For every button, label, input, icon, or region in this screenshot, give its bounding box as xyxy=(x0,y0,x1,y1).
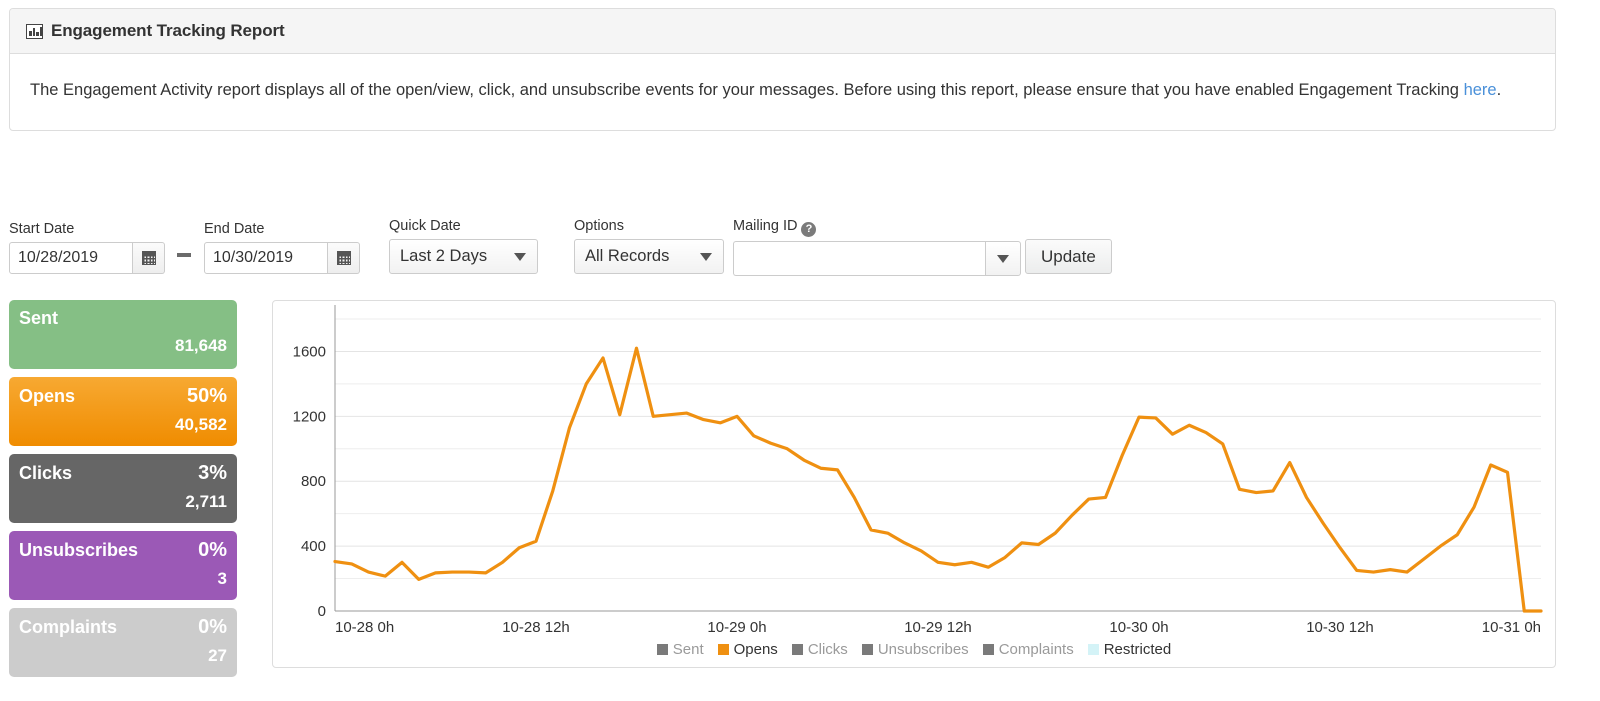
update-field: Update xyxy=(1025,239,1112,274)
legend-label: Complaints xyxy=(998,641,1074,658)
y-axis-tick-label: 800 xyxy=(301,473,326,490)
legend-swatch-icon xyxy=(791,644,803,655)
engagement-tracking-report-page: Engagement Tracking Report The Engagemen… xyxy=(0,0,1600,701)
calendar-icon xyxy=(141,251,156,265)
chart-series-opens xyxy=(333,346,1543,613)
mailing-id-field: Mailing ID? xyxy=(733,218,1021,276)
legend-item-clicks[interactable]: Clicks xyxy=(791,641,848,658)
engagement-chart-panel: 0 400 800 1200 1600 10-28 0h 10-28 12h 10-29 0h… xyxy=(272,300,1556,668)
update-button[interactable]: Update xyxy=(1025,239,1112,274)
report-info-panel: Engagement Tracking Report The Engagemen… xyxy=(9,8,1556,131)
start-date-label: Start Date xyxy=(9,221,75,237)
x-axis-tick-label: 10-30 12h xyxy=(1306,619,1374,636)
legend-swatch-icon xyxy=(861,644,873,655)
stat-value: 2,711 xyxy=(185,492,227,511)
y-axis-tick-label: 400 xyxy=(301,538,326,555)
stat-card-unsubscribes[interactable]: Unsubscribes 0% 3 xyxy=(9,531,237,600)
chevron-down-icon xyxy=(700,252,712,261)
options-label: Options xyxy=(574,218,624,234)
quick-date-select[interactable]: Last 2 Days xyxy=(389,239,538,274)
stat-card-clicks[interactable]: Clicks 3% 2,711 xyxy=(9,454,237,523)
engagement-line-chart[interactable]: 0 400 800 1200 1600 10-28 0h 10-28 12h 10-29 0h… xyxy=(273,301,1555,667)
stat-card-opens[interactable]: Opens 50% 40,582 xyxy=(9,377,237,446)
options-field: Options All Records xyxy=(574,218,724,274)
quick-date-label: Quick Date xyxy=(389,218,461,234)
y-axis-tick-label: 1600 xyxy=(293,343,326,360)
y-axis-tick-label: 1200 xyxy=(293,408,326,425)
stat-value: 81,648 xyxy=(175,336,227,355)
page-title: Engagement Tracking Report xyxy=(51,21,285,40)
y-axis-tick-label: 0 xyxy=(318,603,326,620)
chevron-down-icon xyxy=(514,252,526,261)
description-text-after: . xyxy=(1496,81,1502,99)
x-axis-tick-label: 10-29 0h xyxy=(707,619,766,636)
filter-toolbar: Start Date End Date Quick Date Last 2 Da… xyxy=(9,213,1169,276)
description-text-before: The Engagement Activity report displays … xyxy=(30,81,1464,99)
start-date-field: Start Date xyxy=(9,221,165,274)
legend-item-opens[interactable]: Opens xyxy=(717,641,778,658)
stat-card-complaints[interactable]: Complaints 0% 27 xyxy=(9,608,237,677)
legend-item-sent[interactable]: Sent xyxy=(656,641,704,658)
quick-date-field: Quick Date Last 2 Days xyxy=(389,218,538,274)
mailing-id-dropdown-button[interactable] xyxy=(985,241,1021,276)
end-date-calendar-button[interactable] xyxy=(328,242,360,274)
bar-chart-icon xyxy=(26,23,43,39)
legend-label: Opens xyxy=(733,641,778,658)
stat-label: Sent xyxy=(19,308,59,328)
stat-percent: 50% xyxy=(186,385,227,407)
end-date-input[interactable] xyxy=(204,242,328,274)
legend-label: Clicks xyxy=(807,641,848,658)
x-axis-tick-label: 10-28 0h xyxy=(335,619,394,636)
x-axis-tick-label: 10-30 0h xyxy=(1109,619,1168,636)
mailing-id-label-text: Mailing ID xyxy=(733,218,798,234)
legend-item-complaints[interactable]: Complaints xyxy=(982,641,1074,658)
legend-swatch-icon xyxy=(717,644,729,655)
legend-swatch-icon xyxy=(982,644,994,655)
stat-value: 27 xyxy=(208,646,227,665)
date-range-separator xyxy=(177,253,191,257)
legend-item-restricted[interactable]: Restricted xyxy=(1087,641,1172,658)
chevron-down-icon xyxy=(997,254,1009,263)
legend-swatch-icon xyxy=(656,644,668,655)
end-date-field: End Date xyxy=(204,221,360,274)
stat-label: Unsubscribes xyxy=(19,540,139,560)
stat-value: 40,582 xyxy=(175,415,227,434)
stat-percent: 3% xyxy=(198,462,227,484)
stat-label: Opens xyxy=(19,386,76,406)
x-axis-tick-label: 10-31 0h xyxy=(1482,619,1541,636)
options-select[interactable]: All Records xyxy=(574,239,724,274)
legend-item-unsubscribes[interactable]: Unsubscribes xyxy=(861,641,969,658)
mailing-id-input[interactable] xyxy=(733,241,985,276)
stat-label: Complaints xyxy=(19,617,118,637)
engagement-tracking-link[interactable]: here xyxy=(1464,81,1497,99)
legend-label: Unsubscribes xyxy=(877,641,969,658)
options-value: All Records xyxy=(585,247,670,265)
calendar-icon xyxy=(336,251,351,265)
panel-header: Engagement Tracking Report xyxy=(10,9,1555,54)
mailing-id-label: Mailing ID? xyxy=(733,218,1021,237)
legend-label: Restricted xyxy=(1103,641,1172,658)
start-date-calendar-button[interactable] xyxy=(133,242,165,274)
end-date-label: End Date xyxy=(204,221,265,237)
stat-percent: 0% xyxy=(198,616,227,638)
start-date-input[interactable] xyxy=(9,242,133,274)
legend-label: Sent xyxy=(672,641,704,658)
chart-legend: Sent Opens Clicks Unsubscribes Complaints Res… xyxy=(273,641,1555,658)
x-axis-tick-label: 10-29 12h xyxy=(904,619,972,636)
stat-percent: 0% xyxy=(198,539,227,561)
quick-date-value: Last 2 Days xyxy=(400,247,488,265)
stat-value: 3 xyxy=(217,569,227,588)
help-icon[interactable]: ? xyxy=(801,222,817,237)
x-axis-tick-label: 10-28 12h xyxy=(502,619,570,636)
stat-label: Clicks xyxy=(19,463,73,483)
panel-description: The Engagement Activity report displays … xyxy=(10,54,1555,130)
stat-card-sent[interactable]: Sent 81,648 xyxy=(9,300,237,369)
legend-swatch-icon xyxy=(1087,644,1099,655)
stats-sidebar: Sent 81,648 Opens 50% 40,582 Clicks 3% 2… xyxy=(9,300,237,685)
